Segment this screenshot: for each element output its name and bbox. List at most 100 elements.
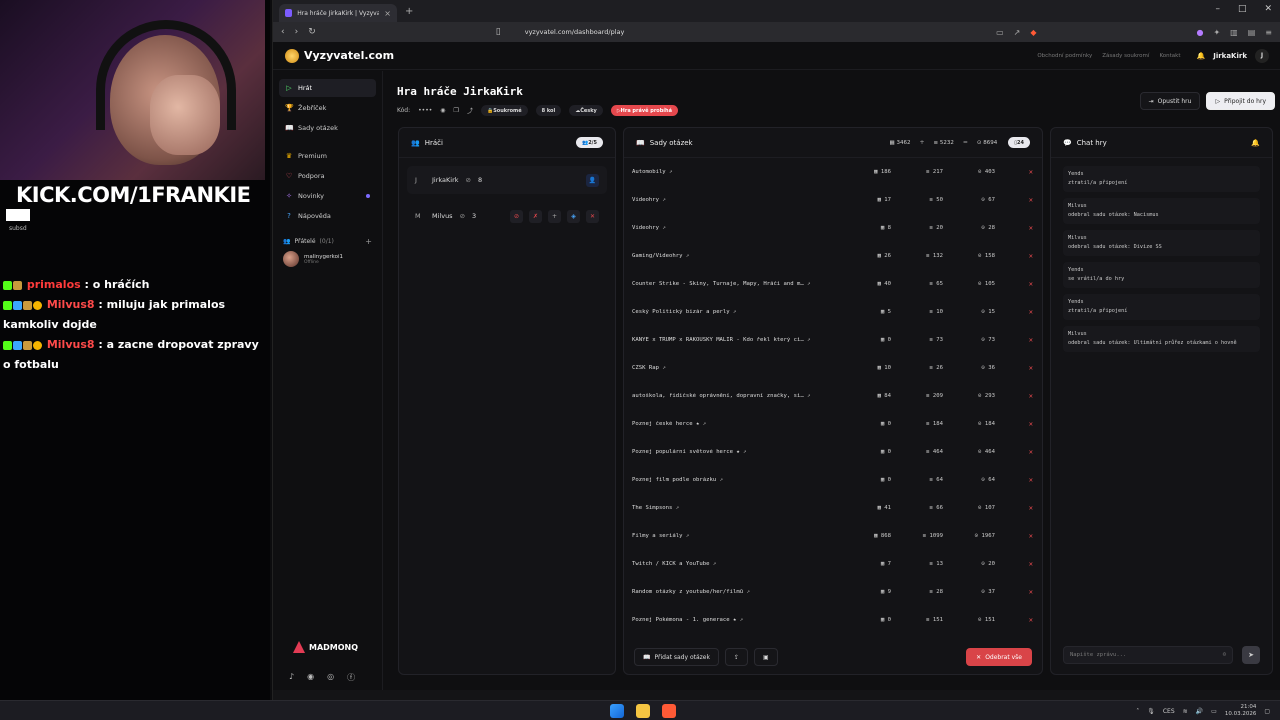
user-menu[interactable]: 🔔 JirkaKirk J bbox=[1197, 48, 1269, 63]
discord-icon[interactable]: ◉ bbox=[307, 672, 314, 683]
avatar[interactable]: J bbox=[1255, 48, 1269, 63]
question-set-row[interactable]: Český Politický bizár a perly ↗ ▦ 5 ≡ 10 ⊙ … bbox=[624, 298, 1042, 326]
external-link-icon[interactable]: ↗ bbox=[807, 281, 810, 287]
set-name[interactable]: Gaming/Videohry ↗ bbox=[632, 253, 837, 259]
clock[interactable]: 21:04 10.03.2026 bbox=[1225, 704, 1257, 718]
mute-icon[interactable]: ⊘ bbox=[510, 209, 523, 223]
volume-icon[interactable]: 🔊 bbox=[1196, 708, 1203, 715]
sidebar-item-question-sets[interactable]: 📖 Sady otázek bbox=[279, 119, 376, 137]
copy-icon[interactable]: ❐ bbox=[454, 107, 459, 114]
browser-tab[interactable]: Hra hráče JirkaKirk | Vyzyvatel × bbox=[279, 4, 397, 22]
remove-set-icon[interactable]: ✕ bbox=[995, 168, 1033, 176]
question-set-row[interactable]: autoškola, řidičské oprávnění, dopravní … bbox=[624, 382, 1042, 410]
set-name[interactable]: Twitch / KICK a YouTube ↗ bbox=[632, 561, 837, 567]
friend-item[interactable]: malinygerkoi1 Offline bbox=[273, 246, 382, 272]
add-sets-button[interactable]: 📖 Přidat sady otázek bbox=[634, 648, 719, 666]
sponsor-logo[interactable]: MADMONQ bbox=[293, 641, 358, 653]
question-set-row[interactable]: KANYE x TRUMP x RAKOUSKÝ MALÍŘ - Kdo řek… bbox=[624, 326, 1042, 354]
set-name[interactable]: Random otázky z youtube/her/filmů ↗ bbox=[632, 589, 837, 595]
external-link-icon[interactable]: ↗ bbox=[669, 169, 672, 175]
extension-icon[interactable]: ● bbox=[1196, 28, 1203, 37]
external-link-icon[interactable]: ↗ bbox=[743, 449, 746, 455]
set-name[interactable]: CZSK Rap ↗ bbox=[632, 365, 837, 371]
sidebar-item-news[interactable]: ✧ Novinky bbox=[279, 187, 376, 205]
set-name[interactable]: autoškola, řidičské oprávnění, dopravní … bbox=[632, 393, 837, 399]
file-explorer-icon[interactable] bbox=[636, 704, 650, 718]
join-game-button[interactable]: ▷ Připojit do hry bbox=[1206, 92, 1275, 110]
terms-link[interactable]: Obchodní podmínky bbox=[1037, 53, 1092, 59]
reload-icon[interactable]: ↻ bbox=[308, 27, 316, 37]
send-button[interactable]: ➤ bbox=[1242, 646, 1260, 664]
privacy-link[interactable]: Zásady soukromí bbox=[1102, 53, 1149, 59]
instagram-icon[interactable]: ◎ bbox=[327, 672, 334, 683]
sidebar-item-premium[interactable]: ♛ Premium bbox=[279, 147, 376, 165]
chevron-up-icon[interactable]: ˄ bbox=[1136, 708, 1139, 715]
set-name[interactable]: Videohry ↗ bbox=[632, 197, 837, 203]
eye-icon[interactable]: ◉ bbox=[440, 107, 445, 114]
set-name[interactable]: Český Politický bizár a perly ↗ bbox=[632, 309, 837, 315]
set-name[interactable]: Poznej film podle obrázku ↗ bbox=[632, 477, 837, 483]
shield-icon[interactable]: ◆ bbox=[1030, 28, 1036, 37]
user-icon[interactable]: 👤 bbox=[586, 173, 599, 187]
external-link-icon[interactable]: ↗ bbox=[686, 533, 689, 539]
external-link-icon[interactable]: ↗ bbox=[662, 197, 665, 203]
external-link-icon[interactable]: ↗ bbox=[662, 365, 665, 371]
remove-set-icon[interactable]: ✕ bbox=[995, 224, 1033, 232]
remove-set-icon[interactable]: ✕ bbox=[995, 280, 1033, 288]
add-friend-icon[interactable]: + bbox=[548, 209, 561, 223]
question-set-row[interactable]: Twitch / KICK a YouTube ↗ ▦ 7 ≡ 13 ⊙ 20 ✕ bbox=[624, 550, 1042, 578]
remove-set-icon[interactable]: ✕ bbox=[995, 420, 1033, 428]
close-window-icon[interactable]: ✕ bbox=[1264, 4, 1272, 14]
external-link-icon[interactable]: ↗ bbox=[807, 393, 810, 399]
remove-set-icon[interactable]: ✕ bbox=[995, 476, 1033, 484]
question-set-row[interactable]: Poznej populární světové herce ★ ↗ ▦ 0 ≡ 4… bbox=[624, 438, 1042, 466]
set-name[interactable]: Videohry ↗ bbox=[632, 225, 837, 231]
leave-game-button[interactable]: ⇥ Opustit hru bbox=[1139, 92, 1201, 110]
tiktok-icon[interactable]: ♪ bbox=[289, 672, 294, 683]
language-indicator[interactable]: CES bbox=[1163, 708, 1175, 715]
add-friend-icon[interactable]: + bbox=[365, 237, 372, 246]
share-icon[interactable]: ⤴ bbox=[467, 106, 473, 115]
question-set-row[interactable]: Poznej Pokémona - 1. generace ★ ↗ ▦ 0 ≡ 15… bbox=[624, 606, 1042, 628]
question-set-row[interactable]: CZSK Rap ↗ ▦ 10 ≡ 26 ⊙ 36 ✕ bbox=[624, 354, 1042, 382]
close-tab-icon[interactable]: × bbox=[384, 9, 391, 18]
remove-set-icon[interactable]: ✕ bbox=[995, 308, 1033, 316]
kick-player-icon[interactable]: ✕ bbox=[586, 209, 599, 223]
mic-icon[interactable]: 🎙 bbox=[1147, 708, 1155, 715]
player-row[interactable]: M Milvus ⊘ 3 ⊘ ✗ + ◈ ✕ bbox=[407, 202, 607, 230]
menu-icon[interactable]: ≡ bbox=[1265, 28, 1272, 37]
question-set-row[interactable]: Filmy a seriály ↗ ▦ 868 ≡ 1099 ⊙ 1967 ✕ bbox=[624, 522, 1042, 550]
remove-set-icon[interactable]: ✕ bbox=[995, 560, 1033, 568]
sidebar-item-support[interactable]: ♡ Podpora bbox=[279, 167, 376, 185]
minimize-icon[interactable]: – bbox=[1215, 4, 1220, 14]
maximize-icon[interactable]: □ bbox=[1238, 4, 1247, 14]
install-icon[interactable]: ▭ bbox=[996, 28, 1004, 37]
remove-set-icon[interactable]: ✕ bbox=[995, 504, 1033, 512]
sidebar-item-help[interactable]: ? Nápověda bbox=[279, 207, 376, 225]
remove-set-icon[interactable]: ✕ bbox=[995, 392, 1033, 400]
question-set-row[interactable]: Videohry ↗ ▦ 8 ≡ 20 ⊙ 28 ✕ bbox=[624, 214, 1042, 242]
bookmark-icon[interactable]: ▯ bbox=[496, 27, 501, 37]
question-set-row[interactable]: Automobily ↗ ▦ 186 ≡ 217 ⊙ 403 ✕ bbox=[624, 158, 1042, 186]
remove-set-icon[interactable]: ✕ bbox=[995, 616, 1033, 624]
set-name[interactable]: Poznej populární světové herce ★ ↗ bbox=[632, 449, 837, 455]
external-link-icon[interactable]: ↗ bbox=[676, 505, 679, 511]
player-row[interactable]: J JirkaKirk ⊘ 8 👤 bbox=[407, 166, 607, 194]
question-set-row[interactable]: Poznej české herce ★ ↗ ▦ 0 ≡ 184 ⊙ 184 ✕ bbox=[624, 410, 1042, 438]
question-set-row[interactable]: Videohry ↗ ▦ 17 ≡ 50 ⊙ 67 ✕ bbox=[624, 186, 1042, 214]
external-link-icon[interactable]: ↗ bbox=[740, 617, 743, 623]
question-set-row[interactable]: Counter Strike - Skiny, Turnaje, Mapy, H… bbox=[624, 270, 1042, 298]
new-tab-icon[interactable]: + bbox=[405, 6, 413, 17]
battery-icon[interactable]: ▭ bbox=[1211, 708, 1217, 715]
question-set-row[interactable]: Random otázky z youtube/her/filmů ↗ ▦ 9 ≡ … bbox=[624, 578, 1042, 606]
remove-friend-icon[interactable]: ✗ bbox=[529, 209, 542, 223]
question-set-row[interactable]: Gaming/Videohry ↗ ▦ 26 ≡ 132 ⊙ 158 ✕ bbox=[624, 242, 1042, 270]
question-set-row[interactable]: The Simpsons ↗ ▦ 41 ≡ 66 ⊙ 107 ✕ bbox=[624, 494, 1042, 522]
save-button[interactable]: ▣ bbox=[754, 648, 778, 666]
external-link-icon[interactable]: ↗ bbox=[686, 253, 689, 259]
remove-set-icon[interactable]: ✕ bbox=[995, 196, 1033, 204]
contact-link[interactable]: Kontakt bbox=[1159, 53, 1180, 59]
set-name[interactable]: Counter Strike - Skiny, Turnaje, Mapy, H… bbox=[632, 281, 837, 287]
question-set-row[interactable]: Poznej film podle obrázku ↗ ▦ 0 ≡ 64 ⊙ 64 ✕ bbox=[624, 466, 1042, 494]
facebook-icon[interactable]: ⓕ bbox=[347, 672, 355, 683]
